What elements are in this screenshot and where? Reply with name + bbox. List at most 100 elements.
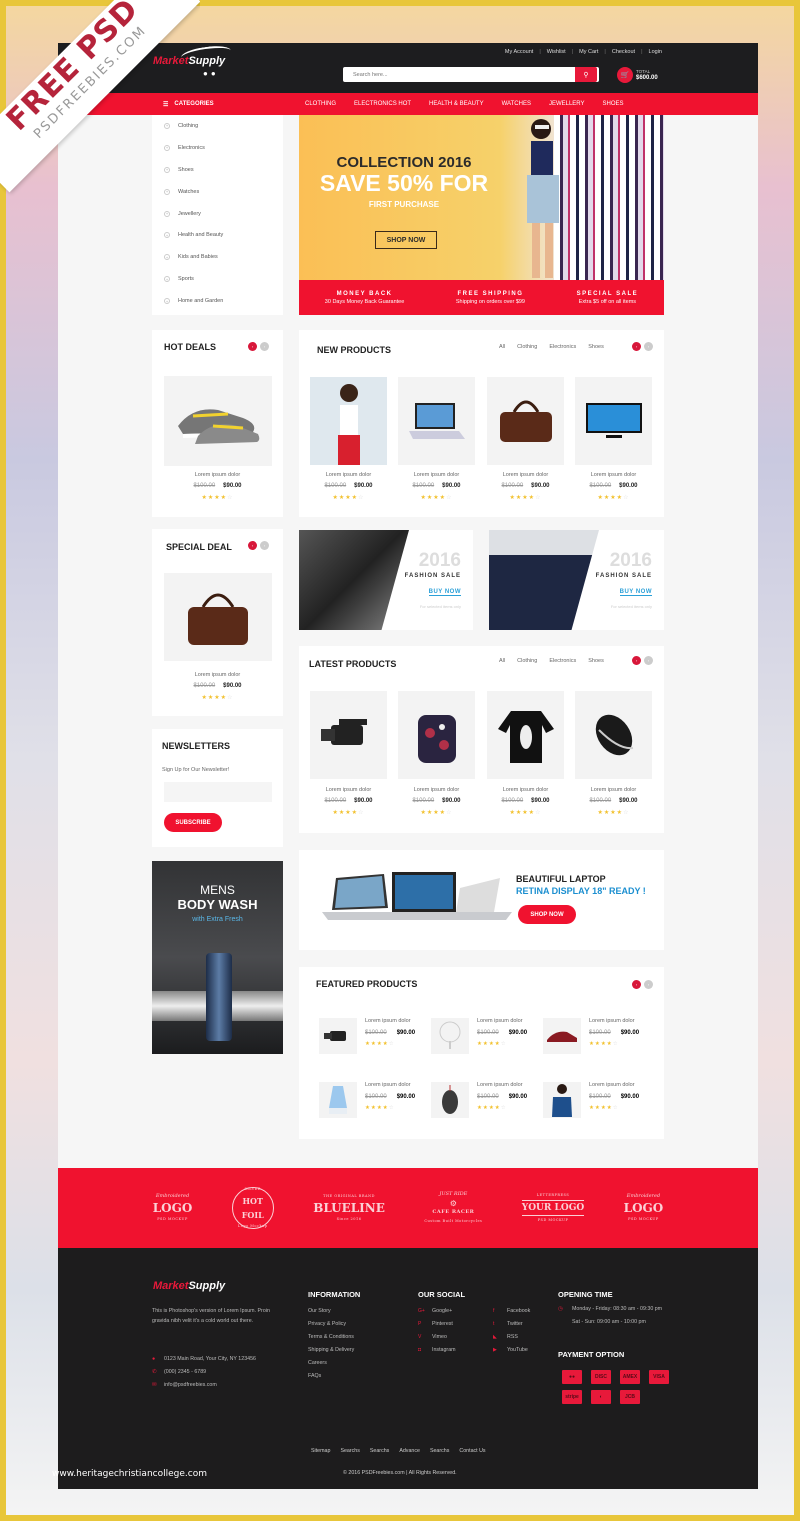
mens-body-wash-ad[interactable]: MENS BODY WASH with Extra Fresh bbox=[152, 861, 283, 1054]
filter-shoes[interactable]: Shoes bbox=[588, 658, 604, 664]
filter-all[interactable]: All bbox=[499, 658, 505, 664]
bottom-link-searchs[interactable]: Searchs bbox=[340, 1448, 359, 1454]
next-arrow-icon[interactable]: › bbox=[644, 656, 653, 665]
search-button[interactable]: ⚲ bbox=[575, 67, 597, 82]
brand-logo[interactable]: Embroidered LOGO PSD MOCKUP bbox=[624, 1192, 664, 1224]
bottom-link-contact-us[interactable]: Contact Us bbox=[459, 1448, 485, 1454]
footer-link[interactable]: Shipping & Delivery bbox=[308, 1344, 354, 1357]
newsletter-email-input[interactable] bbox=[164, 782, 272, 802]
brand-logo[interactable]: JUST RIDE ⚙ CAFE RACER Custom Built Motorcy… bbox=[424, 1190, 482, 1226]
fashion-sale-banner[interactable]: 2016 FASHION SALE BUY NOW For selected i… bbox=[489, 530, 664, 630]
category-item[interactable]: + Health and Beauty bbox=[152, 224, 283, 246]
link-login[interactable]: Login bbox=[649, 49, 662, 55]
social-link-google-plus[interactable]: G+ Google+ bbox=[418, 1305, 456, 1318]
social-link-twitter[interactable]: t Twitter bbox=[493, 1318, 530, 1331]
product-image-laptop[interactable] bbox=[398, 377, 475, 465]
prev-arrow-icon[interactable]: ‹ bbox=[632, 342, 641, 351]
filter-shoes[interactable]: Shoes bbox=[588, 344, 604, 350]
social-link-instagram[interactable]: ◘ Instagram bbox=[418, 1344, 456, 1357]
product-name[interactable]: Lorem ipsum dolor bbox=[398, 787, 475, 793]
laptop-shop-now-button[interactable]: SHOP NOW bbox=[518, 905, 576, 924]
buy-now-link[interactable]: BUY NOW bbox=[428, 589, 461, 596]
product-image-bag[interactable] bbox=[164, 573, 272, 661]
next-arrow-icon[interactable]: › bbox=[644, 342, 653, 351]
fashion-sale-banner[interactable]: 2016 FASHION SALE BUY NOW For selected i… bbox=[299, 530, 473, 630]
brand-logo[interactable]: Embroidered LOGO PSD MOCKUP bbox=[153, 1192, 193, 1224]
featured-item[interactable]: Lorem ipsum dolor $100.00 $90.00 ★★★★☆ bbox=[431, 1018, 541, 1058]
footer-link[interactable]: Privacy & Policy bbox=[308, 1318, 354, 1331]
featured-item[interactable]: Lorem ipsum dolor $100.00 $90.00 ★★★★☆ bbox=[543, 1018, 653, 1058]
filter-all[interactable]: All bbox=[499, 344, 505, 350]
hero-shop-now-button[interactable]: SHOP NOW bbox=[375, 231, 437, 249]
brand-logo[interactable]: SILVER HOT FOIL Logo Mockup bbox=[231, 1187, 274, 1229]
filter-electronics[interactable]: Electronics bbox=[549, 658, 576, 664]
product-name[interactable]: Lorem ipsum dolor bbox=[487, 472, 564, 478]
link-my-cart[interactable]: My Cart bbox=[579, 49, 598, 55]
product-name[interactable]: Lorem ipsum dolor bbox=[310, 787, 387, 793]
footer-link[interactable]: Our Story bbox=[308, 1305, 354, 1318]
nav-item-jewellery[interactable]: JEWELLERY bbox=[549, 101, 585, 107]
category-item[interactable]: + Kids and Babies bbox=[152, 246, 283, 268]
subscribe-button[interactable]: SUBSCRIBE bbox=[164, 813, 222, 832]
social-link-pinterest[interactable]: P Pinterest bbox=[418, 1318, 456, 1331]
cart-button[interactable]: 🛒 bbox=[617, 67, 633, 83]
search-input[interactable] bbox=[343, 71, 575, 78]
nav-item-health-beauty[interactable]: HEALTH & BEAUTY bbox=[429, 101, 484, 107]
link-checkout[interactable]: Checkout bbox=[612, 49, 635, 55]
product-image-backpack[interactable] bbox=[398, 691, 475, 779]
category-item[interactable]: + Jewellery bbox=[152, 203, 283, 225]
social-link-facebook[interactable]: f Facebook bbox=[493, 1305, 530, 1318]
product-name[interactable]: Lorem ipsum dolor bbox=[152, 672, 283, 678]
next-arrow-icon[interactable]: › bbox=[260, 342, 269, 351]
product-name[interactable]: Lorem ipsum dolor bbox=[152, 472, 283, 478]
nav-item-electronics[interactable]: ELECTRONICS HOT bbox=[354, 101, 411, 107]
product-image-bag[interactable] bbox=[487, 377, 564, 465]
social-link-youtube[interactable]: ▶ YouTube bbox=[493, 1344, 530, 1357]
product-name[interactable]: Lorem ipsum dolor bbox=[398, 472, 475, 478]
buy-now-link[interactable]: BUY NOW bbox=[619, 589, 652, 596]
bottom-link-searchs[interactable]: Searchs bbox=[370, 1448, 389, 1454]
bottom-link-advance[interactable]: Advance bbox=[399, 1448, 420, 1454]
featured-item[interactable]: Lorem ipsum dolor $100.00 $90.00 ★★★★☆ bbox=[543, 1082, 653, 1122]
brand-logo[interactable]: THE ORIGINAL BRAND BLUELINE Since 2016 bbox=[313, 1192, 385, 1224]
product-name[interactable]: Lorem ipsum dolor bbox=[575, 787, 652, 793]
product-image-woman[interactable] bbox=[310, 377, 387, 465]
next-arrow-icon[interactable]: › bbox=[644, 980, 653, 989]
nav-item-clothing[interactable]: CLOTHING bbox=[305, 101, 336, 107]
brand-logo[interactable]: LETTERPRESS YOUR LOGO PSD MOCKUP bbox=[521, 1191, 585, 1225]
footer-logo[interactable]: MarketSupply bbox=[153, 1280, 225, 1292]
link-wishlist[interactable]: Wishlist bbox=[547, 49, 566, 55]
product-name[interactable]: Lorem ipsum dolor bbox=[310, 472, 387, 478]
email-link[interactable]: info@psdfreebies.com bbox=[164, 1382, 217, 1388]
footer-link[interactable]: Terms & Conditions bbox=[308, 1331, 354, 1344]
featured-item[interactable]: Lorem ipsum dolor $100.00 $90.00 ★★★★☆ bbox=[319, 1082, 429, 1122]
prev-arrow-icon[interactable]: ‹ bbox=[248, 541, 257, 550]
prev-arrow-icon[interactable]: ‹ bbox=[248, 342, 257, 351]
product-image-tv[interactable] bbox=[575, 377, 652, 465]
category-item[interactable]: + Home and Garden bbox=[152, 290, 283, 312]
prev-arrow-icon[interactable]: ‹ bbox=[632, 656, 641, 665]
link-my-account[interactable]: My Account bbox=[505, 49, 533, 55]
footer-link[interactable]: FAQs bbox=[308, 1370, 354, 1383]
product-image-camcorder[interactable] bbox=[310, 691, 387, 779]
product-name[interactable]: Lorem ipsum dolor bbox=[487, 787, 564, 793]
bottom-link-sitemap[interactable]: Sitemap bbox=[311, 1448, 330, 1454]
featured-item[interactable]: Lorem ipsum dolor $100.00 $90.00 ★★★★☆ bbox=[319, 1018, 429, 1058]
social-link-rss[interactable]: ◣ RSS bbox=[493, 1331, 530, 1344]
filter-electronics[interactable]: Electronics bbox=[549, 344, 576, 350]
nav-item-watches[interactable]: WATCHES bbox=[502, 101, 531, 107]
product-name[interactable]: Lorem ipsum dolor bbox=[575, 472, 652, 478]
filter-clothing[interactable]: Clothing bbox=[517, 658, 537, 664]
bottom-link-searchs[interactable]: Searchs bbox=[430, 1448, 449, 1454]
filter-clothing[interactable]: Clothing bbox=[517, 344, 537, 350]
nav-item-shoes[interactable]: SHOES bbox=[603, 101, 624, 107]
next-arrow-icon[interactable]: › bbox=[260, 541, 269, 550]
social-link-vimeo[interactable]: V Vimeo bbox=[418, 1331, 456, 1344]
product-image-sweater[interactable] bbox=[487, 691, 564, 779]
featured-item[interactable]: Lorem ipsum dolor $100.00 $90.00 ★★★★☆ bbox=[431, 1082, 541, 1122]
prev-arrow-icon[interactable]: ‹ bbox=[632, 980, 641, 989]
product-image-mouse[interactable] bbox=[575, 691, 652, 779]
footer-link[interactable]: Careers bbox=[308, 1357, 354, 1370]
category-item[interactable]: + Sports bbox=[152, 268, 283, 290]
product-image-sneaker[interactable] bbox=[164, 376, 272, 466]
